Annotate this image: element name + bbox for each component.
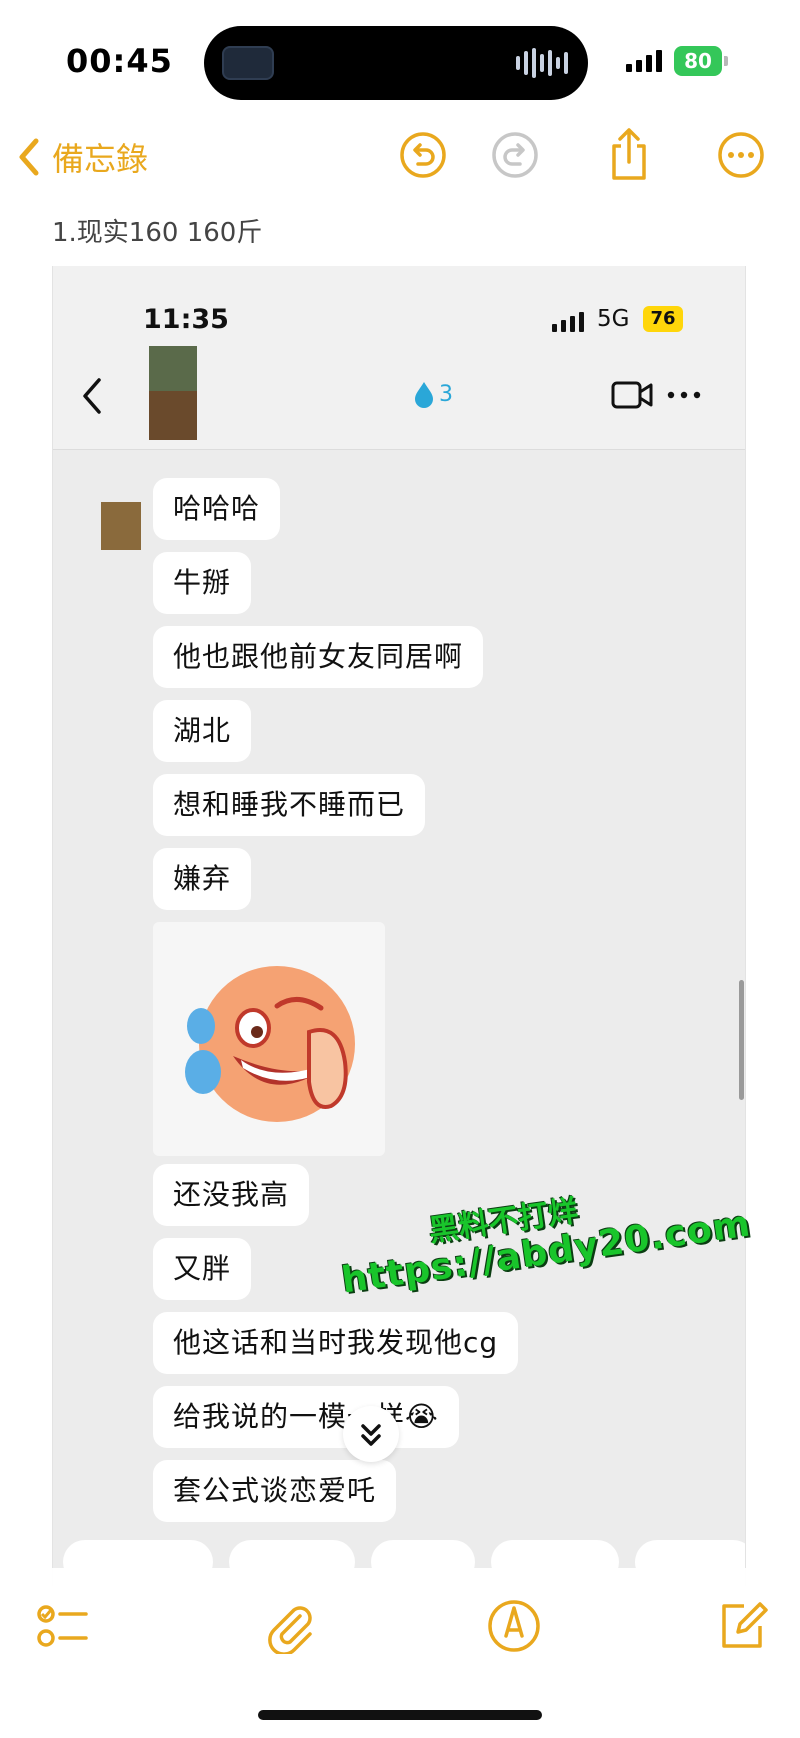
chat-back-icon xyxy=(83,378,101,414)
screenshot-signal-icon xyxy=(552,310,584,332)
streak-count: 3 xyxy=(439,381,453,407)
jump-to-latest-button xyxy=(343,1406,399,1462)
laughing-crying-sticker xyxy=(153,922,385,1156)
screenshot-network: 5G xyxy=(597,306,630,332)
chat-header: 3 xyxy=(53,346,745,450)
streak-badge: 3 xyxy=(413,380,453,408)
contact-avatar xyxy=(149,346,197,440)
chat-more-icon xyxy=(667,391,701,399)
more-icon[interactable] xyxy=(716,130,766,180)
redo-icon[interactable] xyxy=(490,130,540,180)
scroll-indicator xyxy=(739,980,744,1100)
message-bubble: 湖北 xyxy=(153,700,252,762)
status-time: 00:45 xyxy=(66,42,173,80)
sender-avatar xyxy=(101,502,141,550)
note-text-line[interactable]: 1.现实160 160斤 xyxy=(52,212,262,249)
message-bubble: 他也跟他前女友同居啊 xyxy=(153,626,484,688)
message-bubble: 给我说的一模一样😭 xyxy=(153,1386,459,1448)
chevron-left-icon xyxy=(19,138,39,176)
markup-pen-icon[interactable] xyxy=(486,1598,542,1654)
cellular-signal-icon xyxy=(626,50,662,72)
video-call-icon xyxy=(611,381,653,409)
notes-toolbar: 備忘錄 xyxy=(0,120,800,194)
screenshot-time: 11:35 xyxy=(143,304,229,335)
embedded-screenshot[interactable]: 11:35 5G 76 3 哈哈哈 牛掰 他也跟他前女友同居啊 湖北 想和睡我不… xyxy=(52,266,746,1586)
checklist-icon[interactable] xyxy=(34,1598,90,1654)
share-icon[interactable] xyxy=(604,126,654,182)
dynamic-island[interactable] xyxy=(204,26,588,100)
battery-level: 80 xyxy=(674,46,722,76)
home-indicator[interactable] xyxy=(258,1710,542,1720)
bottom-toolbar xyxy=(0,1568,800,1738)
screenshot-battery: 76 xyxy=(643,306,683,332)
message-bubble: 他这话和当时我发现他cg xyxy=(153,1312,519,1374)
message-bubble: 哈哈哈 xyxy=(153,478,281,540)
laughing-crying-face-icon xyxy=(185,966,355,1122)
attachment-icon[interactable] xyxy=(262,1598,318,1654)
message-bubble: 套公式谈恋爱吒 xyxy=(153,1460,397,1522)
message-bubble: 想和睡我不睡而已 xyxy=(153,774,426,836)
water-drop-icon xyxy=(415,382,433,408)
compose-icon[interactable] xyxy=(714,1598,770,1654)
message-bubble: 牛掰 xyxy=(153,552,252,614)
back-label: 備忘錄 xyxy=(52,140,149,178)
double-chevron-down-icon xyxy=(361,1424,381,1446)
message-bubble: 嫌弃 xyxy=(153,848,252,910)
back-button[interactable]: 備忘錄 xyxy=(16,132,148,182)
now-playing-thumbnail xyxy=(222,46,274,80)
audio-wave-icon xyxy=(516,48,568,78)
message-bubble: 还没我高 xyxy=(153,1164,310,1226)
battery-tip xyxy=(724,56,728,66)
message-bubble: 又胖 xyxy=(153,1238,252,1300)
status-bar: 00:45 80 xyxy=(0,0,800,120)
screenshot-status-bar: 11:35 5G 76 xyxy=(53,266,745,346)
undo-icon[interactable] xyxy=(398,130,448,180)
